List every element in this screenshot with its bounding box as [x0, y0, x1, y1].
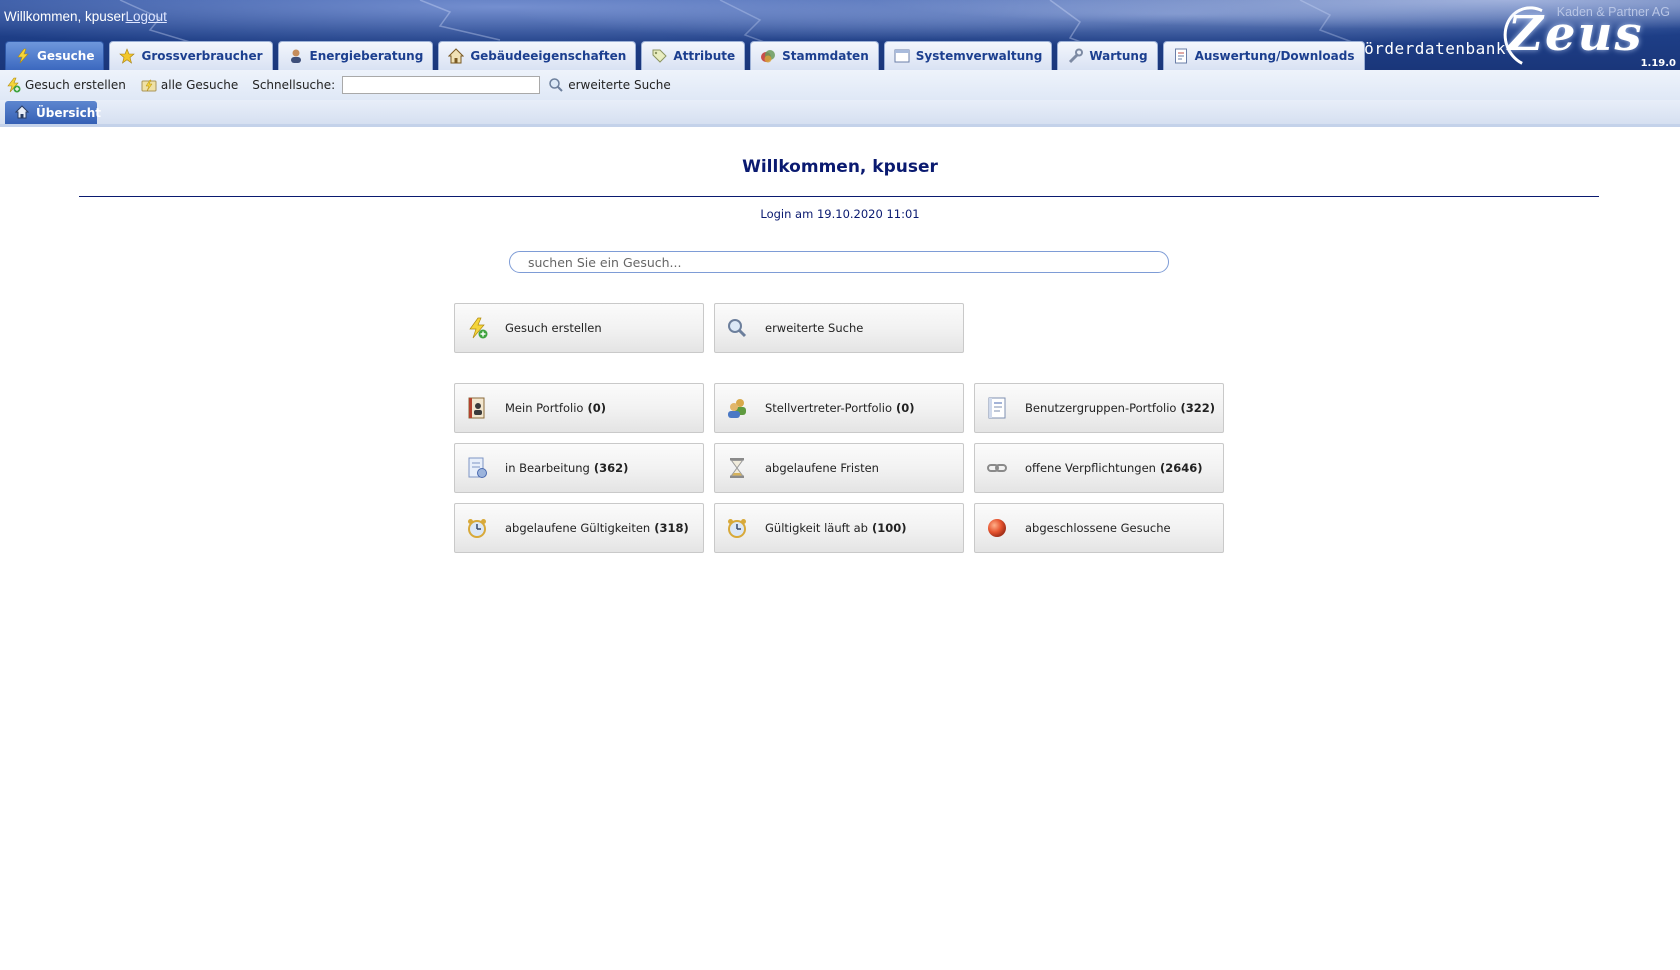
magnifier-icon: [726, 317, 748, 339]
expired-deadlines-button[interactable]: abgelaufene Fristen: [714, 443, 964, 493]
tab-label: Wartung: [1089, 49, 1148, 63]
in-progress-button[interactable]: in Bearbeitung (362): [454, 443, 704, 493]
lightning-add-icon: [466, 317, 488, 339]
logout-link[interactable]: Logout: [126, 9, 167, 24]
report-icon: [1173, 48, 1189, 64]
expired-deadlines-label: abgelaufene Fristen: [765, 461, 879, 475]
folder-lightning-icon: [141, 77, 157, 93]
all-requests-link[interactable]: alle Gesuche: [141, 77, 238, 93]
tab-wartung[interactable]: Wartung: [1057, 41, 1158, 70]
welcome-text: Willkommen, kpuser: [4, 9, 126, 24]
subtab-label: Übersicht: [36, 105, 102, 120]
sub-tabs: Übersicht: [0, 100, 1680, 127]
expired-validities-button[interactable]: abgelaufene Gültigkeiten (318): [454, 503, 704, 553]
tab-systemverwaltung[interactable]: Systemverwaltung: [883, 41, 1053, 70]
database-icon: [760, 48, 776, 64]
in-progress-count: (362): [593, 461, 629, 475]
group-portfolio-label: Benutzergruppen-Portfolio: [1025, 401, 1177, 415]
create-request-link[interactable]: Gesuch erstellen: [5, 77, 126, 93]
sub-toolbar: Gesuch erstellen alle Gesuche Schnellsuc…: [0, 70, 1680, 101]
tab-energieberatung[interactable]: Energieberatung: [277, 41, 434, 70]
star-icon: [119, 48, 136, 64]
deputy-portfolio-label: Stellvertreter-Portfolio: [765, 401, 892, 415]
alarm-clock-icon: [466, 517, 488, 539]
advanced-search-link[interactable]: erweiterte Suche: [548, 77, 671, 93]
main-tabs: Gesuche Grossverbraucher Energieberatung…: [5, 41, 1365, 70]
tab-attribute[interactable]: Attribute: [641, 41, 746, 70]
zeus-logo: Zeus: [1508, 6, 1644, 62]
group-portfolio-count: (322): [1180, 401, 1215, 415]
home-icon: [14, 104, 31, 121]
app-name: Förderdatenbank: [1354, 39, 1506, 58]
open-obligations-count: (2646): [1159, 461, 1203, 475]
tab-gebaeudeeigenschaften[interactable]: Gebäudeeigenschaften: [438, 41, 637, 70]
chain-link-icon: [986, 457, 1008, 479]
tab-label: Grossverbraucher: [141, 49, 263, 63]
request-search-input[interactable]: [509, 251, 1169, 273]
expired-validities-label: abgelaufene Gültigkeiten: [505, 521, 651, 535]
validity-expiring-label: Gültigkeit läuft ab: [765, 521, 868, 535]
validity-expiring-button[interactable]: Gültigkeit läuft ab (100): [714, 503, 964, 553]
document-edit-icon: [466, 457, 488, 479]
version-label: 1.19.0: [1640, 58, 1676, 69]
app-header: Willkommen, kpuserLogout Kaden & Partner…: [0, 0, 1680, 70]
deputy-portfolio-button[interactable]: Stellvertreter-Portfolio (0): [714, 383, 964, 433]
my-portfolio-button[interactable]: Mein Portfolio (0): [454, 383, 704, 433]
create-request-button-label: Gesuch erstellen: [505, 321, 602, 335]
create-request-button[interactable]: Gesuch erstellen: [454, 303, 704, 353]
group-document-icon: [986, 397, 1008, 419]
quicksearch-label: Schnellsuche:: [252, 78, 336, 92]
portfolio-book-icon: [466, 397, 488, 419]
expired-validities-count: (318): [654, 521, 689, 535]
my-portfolio-count: (0): [587, 401, 606, 415]
house-icon: [448, 48, 465, 64]
tab-label: Gesuche: [37, 49, 95, 63]
in-progress-label: in Bearbeitung: [505, 461, 590, 475]
wrench-icon: [1067, 48, 1084, 64]
lightning-icon: [15, 48, 31, 64]
tab-gesuche[interactable]: Gesuche: [5, 41, 105, 70]
tab-label: Auswertung/Downloads: [1194, 49, 1355, 63]
tab-label: Attribute: [673, 49, 736, 63]
tab-grossverbraucher[interactable]: Grossverbraucher: [109, 41, 273, 70]
group-portfolio-button[interactable]: Benutzergruppen-Portfolio (322): [974, 383, 1224, 433]
create-request-label: Gesuch erstellen: [25, 78, 126, 92]
open-obligations-label: offene Verpflichtungen: [1025, 461, 1156, 475]
tab-auswertung-downloads[interactable]: Auswertung/Downloads: [1162, 41, 1365, 70]
alarm-clock-icon: [726, 517, 748, 539]
open-obligations-button[interactable]: offene Verpflichtungen (2646): [974, 443, 1224, 493]
users-icon: [726, 397, 748, 419]
tab-label: Stammdaten: [782, 49, 869, 63]
window-icon: [894, 48, 910, 64]
hourglass-icon: [726, 457, 748, 479]
page-title: Willkommen, kpuser: [742, 157, 938, 177]
my-portfolio-label: Mein Portfolio: [505, 401, 584, 415]
advanced-search-button-label: erweiterte Suche: [765, 321, 864, 335]
tab-label: Energieberatung: [309, 49, 424, 63]
login-info: Login am 19.10.2020 11:01: [760, 207, 920, 221]
person-icon: [288, 48, 304, 64]
advanced-search-label: erweiterte Suche: [568, 78, 671, 92]
tab-label: Gebäudeeigenschaften: [470, 49, 627, 63]
magnifier-icon: [548, 77, 564, 93]
title-divider: [79, 196, 1599, 197]
validity-expiring-count: (100): [871, 521, 907, 535]
closed-requests-button[interactable]: abgeschlossene Gesuche: [974, 503, 1224, 553]
tab-uebersicht[interactable]: Übersicht: [5, 101, 101, 124]
tag-icon: [651, 48, 668, 64]
deputy-portfolio-count: (0): [895, 401, 915, 415]
tab-stammdaten[interactable]: Stammdaten: [750, 41, 879, 70]
welcome-line: Willkommen, kpuserLogout: [4, 9, 167, 24]
tab-label: Systemverwaltung: [915, 49, 1043, 63]
lightning-add-icon: [5, 77, 21, 93]
closed-requests-label: abgeschlossene Gesuche: [1025, 521, 1171, 535]
quicksearch-input[interactable]: [342, 76, 541, 94]
red-ball-icon: [986, 517, 1008, 539]
advanced-search-button[interactable]: erweiterte Suche: [714, 303, 964, 353]
all-requests-label: alle Gesuche: [160, 78, 239, 92]
